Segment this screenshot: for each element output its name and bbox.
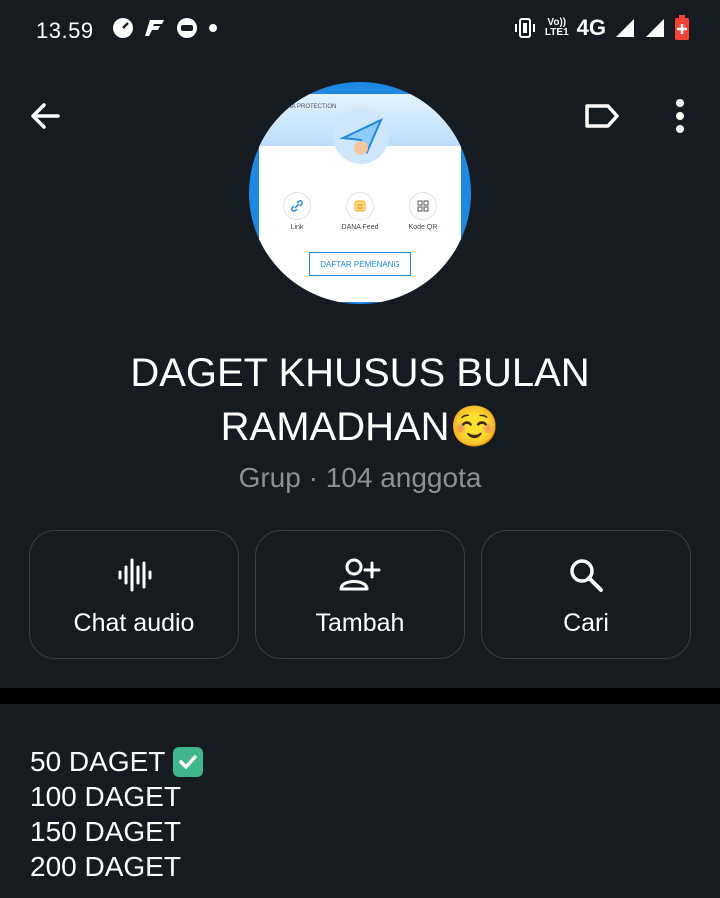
signal-icon-2 [644, 17, 666, 39]
network-type: 4G [576, 15, 606, 40]
group-description: 50 DAGET 100 DAGET 150 DAGET 200 DAGET [0, 704, 720, 898]
group-title: DAGET KHUSUS BULAN RAMADHAN☺️ [130, 351, 590, 449]
signal-icon [614, 17, 636, 39]
vibrate-icon [513, 16, 537, 40]
more-vert-icon [676, 99, 684, 133]
search-button[interactable]: Cari [481, 530, 691, 659]
section-divider [0, 688, 720, 704]
label-button[interactable] [580, 94, 624, 138]
qr-icon [409, 192, 437, 220]
battery-icon [674, 15, 690, 41]
description-line: 100 DAGET [30, 781, 181, 812]
link-icon [283, 192, 311, 220]
chat-audio-button[interactable]: Chat audio [29, 530, 239, 659]
app-f-icon [144, 18, 166, 38]
check-mark-icon [173, 746, 204, 777]
app-circle-icon [176, 17, 198, 39]
description-line: 200 DAGET [30, 851, 181, 882]
group-header: DANA PROTECTION Link DANA Feed Kode QR D… [0, 60, 720, 688]
action-buttons: Chat audio Tambah Cari [29, 530, 691, 661]
avatar-winner-button: DAFTAR PEMENANG [309, 252, 411, 276]
group-subtitle: Grup · 104 anggota [238, 462, 482, 493]
more-options-button[interactable] [660, 94, 700, 138]
voice-chat-icon [30, 555, 238, 595]
avatar-item-link: Link [267, 192, 327, 231]
speedometer-icon [112, 17, 134, 39]
label-tag-icon [585, 104, 619, 128]
status-bar: 13.59 Vo)) LTE1 4G [0, 0, 720, 60]
search-icon [482, 555, 690, 595]
group-avatar[interactable]: DANA PROTECTION Link DANA Feed Kode QR D… [249, 82, 471, 304]
back-arrow-icon [31, 103, 60, 129]
add-user-icon [256, 555, 464, 595]
notification-dot-icon [208, 23, 218, 33]
add-member-button[interactable]: Tambah [255, 530, 465, 659]
description-line: 50 DAGET [30, 744, 204, 779]
volte-icon: Vo)) LTE1 [544, 17, 569, 38]
paper-plane-icon [333, 108, 389, 164]
feed-icon [346, 192, 374, 220]
avatar-tag-text: DANA PROTECTION [279, 104, 337, 110]
status-time: 13.59 [36, 18, 94, 43]
avatar-item-qr: Kode QR [393, 192, 453, 231]
back-button[interactable] [24, 94, 68, 138]
avatar-item-feed: DANA Feed [330, 192, 390, 231]
description-line: 150 DAGET [30, 816, 181, 847]
